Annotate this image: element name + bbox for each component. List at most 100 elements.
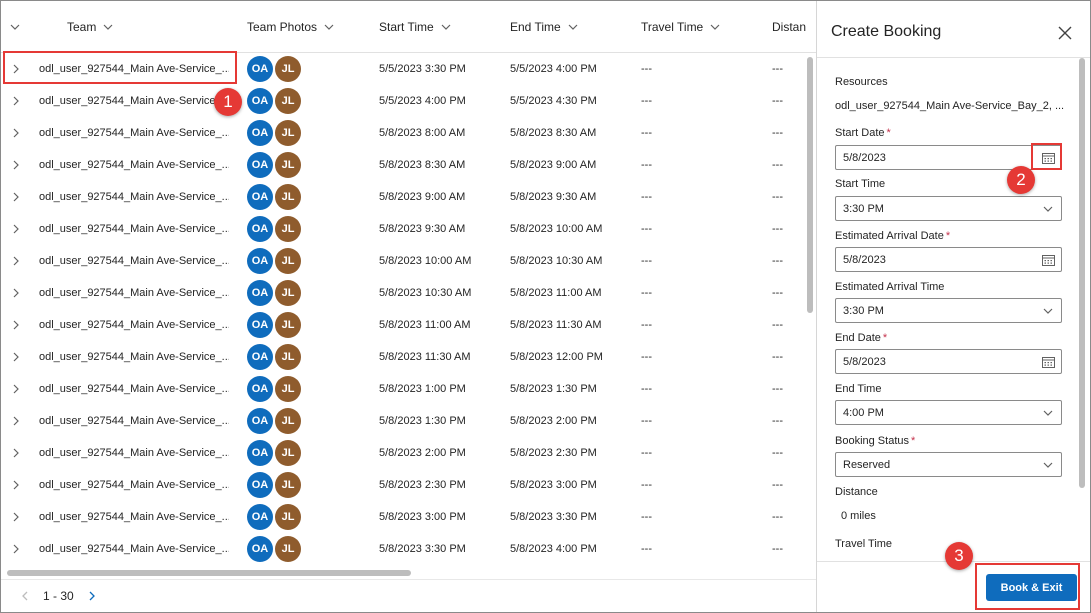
team-cell[interactable]: odl_user_927544_Main Ave-Service_... [39,533,229,565]
team-cell[interactable]: odl_user_927544_Main Ave-Service_... [39,117,229,149]
avatar[interactable]: JL [275,248,301,274]
row-expand-button[interactable] [9,373,23,405]
avatar[interactable]: JL [275,120,301,146]
avatar[interactable]: OA [247,280,273,306]
row-expand-button[interactable] [9,181,23,213]
start-time-dropdown[interactable]: 3:30 PM [835,196,1062,221]
avatar[interactable]: JL [275,152,301,178]
row-expand-button[interactable] [9,277,23,309]
panel-vertical-scrollbar[interactable] [1079,58,1085,488]
table-row[interactable]: odl_user_927544_Main Ave-Service_... OA JL… [1,341,816,373]
row-expand-button[interactable] [9,405,23,437]
row-expand-button[interactable] [9,533,23,565]
column-header-travel-time[interactable]: Travel Time [641,1,721,53]
grid-horizontal-scrollbar[interactable] [7,570,411,576]
avatar[interactable]: JL [275,280,301,306]
table-row[interactable]: odl_user_927544_Main Ave-Service_... OA JL… [1,245,816,277]
column-header-team[interactable]: Team [67,1,114,53]
avatar[interactable]: OA [247,536,273,562]
table-row[interactable]: odl_user_927544_Main Ave-Service_... OA JL… [1,373,816,405]
team-cell[interactable]: odl_user_927544_Main Ave-Service_... [39,245,229,277]
avatar[interactable]: JL [275,88,301,114]
est-arrival-date-field[interactable]: 5/8/2023 [835,247,1062,272]
row-expand-button[interactable] [9,245,23,277]
table-row[interactable]: odl_user_927544_Main Ave-Service_... OA JL… [1,277,816,309]
table-row[interactable]: odl_user_927544_Main Ave-Service_... OA JL… [1,117,816,149]
next-page-button[interactable] [82,586,102,606]
avatar[interactable]: JL [275,440,301,466]
table-row[interactable]: odl_user_927544_Main Ave-Service_... OA JL… [1,181,816,213]
avatar[interactable]: JL [275,216,301,242]
avatar[interactable]: JL [275,376,301,402]
end-time-dropdown[interactable]: 4:00 PM [835,400,1062,425]
row-expand-button[interactable] [9,437,23,469]
avatar[interactable]: JL [275,504,301,530]
avatar[interactable]: OA [247,472,273,498]
avatar[interactable]: OA [247,152,273,178]
avatar[interactable]: OA [247,216,273,242]
avatar[interactable]: JL [275,184,301,210]
avatar[interactable]: OA [247,504,273,530]
table-row[interactable]: odl_user_927544_Main Ave-Service_... OA JL… [1,149,816,181]
end-date-field[interactable]: 5/8/2023 [835,349,1062,374]
team-cell[interactable]: odl_user_927544_Main Ave-Service_... [39,213,229,245]
column-header-start-time[interactable]: Start Time [379,1,452,53]
est-arrival-time-dropdown[interactable]: 3:30 PM [835,298,1062,323]
row-expand-button[interactable] [9,85,23,117]
table-row[interactable]: odl_user_927544_Main Ave-Service_... OA JL… [1,469,816,501]
avatar[interactable]: JL [275,472,301,498]
table-row[interactable]: odl_user_927544_Main Ave-Service_... OA JL… [1,85,816,117]
team-cell[interactable]: odl_user_927544_Main Ave-Service_... [39,405,229,437]
team-cell[interactable]: odl_user_927544_Main Ave-Service_... [39,309,229,341]
team-cell[interactable]: odl_user_927544_Main Ave-Service_... [39,85,229,117]
column-header-distance[interactable]: Distan [772,1,806,53]
table-row[interactable]: odl_user_927544_Main Ave-Service_... OA JL… [1,405,816,437]
avatar[interactable]: JL [275,408,301,434]
column-header-team-photos[interactable]: Team Photos [247,1,335,53]
avatar[interactable]: JL [275,312,301,338]
row-expand-button[interactable] [9,149,23,181]
row-expand-button[interactable] [9,213,23,245]
table-row[interactable]: odl_user_927544_Main Ave-Service_... OA JL… [1,533,816,565]
team-cell[interactable]: odl_user_927544_Main Ave-Service_... [39,501,229,533]
column-header-end-time[interactable]: End Time [510,1,579,53]
avatar[interactable]: JL [275,344,301,370]
avatar[interactable]: JL [275,56,301,82]
team-cell[interactable]: odl_user_927544_Main Ave-Service_... [39,277,229,309]
avatar[interactable]: OA [247,408,273,434]
avatar[interactable]: OA [247,248,273,274]
table-row[interactable]: odl_user_927544_Main Ave-Service_... OA JL… [1,501,816,533]
row-expand-button[interactable] [9,309,23,341]
avatar[interactable]: OA [247,88,273,114]
start-date-field[interactable]: 5/8/2023 [835,145,1062,170]
avatar[interactable]: OA [247,120,273,146]
previous-page-button[interactable] [15,586,35,606]
team-cell[interactable]: odl_user_927544_Main Ave-Service_... [39,469,229,501]
team-cell[interactable]: odl_user_927544_Main Ave-Service_... [39,373,229,405]
table-row[interactable]: odl_user_927544_Main Ave-Service_... OA JL… [1,437,816,469]
avatar[interactable]: OA [247,440,273,466]
team-cell[interactable]: odl_user_927544_Main Ave-Service_... [39,181,229,213]
row-expand-button[interactable] [9,469,23,501]
avatar[interactable]: OA [247,56,273,82]
avatar[interactable]: OA [247,376,273,402]
row-expand-button[interactable] [9,341,23,373]
avatar[interactable]: OA [247,344,273,370]
table-row[interactable]: odl_user_927544_Main Ave-Service_... OA JL… [1,309,816,341]
close-button[interactable] [1055,23,1075,43]
avatar[interactable]: OA [247,184,273,210]
team-cell[interactable]: odl_user_927544_Main Ave-Service_... [39,437,229,469]
expand-all-toggle[interactable] [9,1,21,53]
row-expand-button[interactable] [9,501,23,533]
calendar-button[interactable] [1041,355,1055,369]
table-row[interactable]: odl_user_927544_Main Ave-Service_... OA JL… [1,213,816,245]
avatar[interactable]: OA [247,312,273,338]
calendar-button[interactable] [1041,253,1055,267]
team-cell[interactable]: odl_user_927544_Main Ave-Service_... [39,341,229,373]
row-expand-button[interactable] [9,117,23,149]
travel-time-cell: --- [641,479,652,491]
avatar[interactable]: JL [275,536,301,562]
grid-vertical-scrollbar[interactable] [807,57,813,313]
booking-status-dropdown[interactable]: Reserved [835,452,1062,477]
team-cell[interactable]: odl_user_927544_Main Ave-Service_... [39,149,229,181]
